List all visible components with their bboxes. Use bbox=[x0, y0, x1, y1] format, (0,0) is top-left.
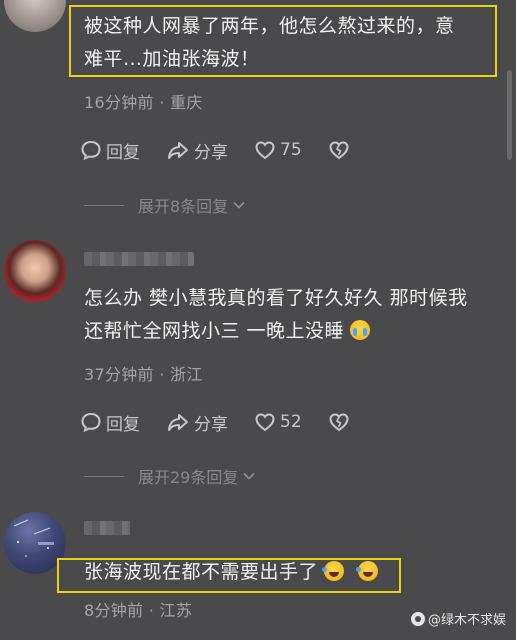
comment-text-span: 张海波现在都不需要出手了 bbox=[84, 561, 319, 583]
divider bbox=[84, 475, 124, 477]
watermark-text: @绿木不求娱 bbox=[427, 613, 506, 628]
comment-text-line: 怎么办 樊小慧我真的看了好久好久 那时候我 bbox=[84, 287, 468, 309]
dislike-button[interactable] bbox=[328, 139, 354, 161]
reply-button[interactable]: 回复 bbox=[80, 410, 140, 435]
reply-button[interactable]: 回复 bbox=[80, 138, 140, 163]
like-button[interactable]: 75 bbox=[254, 139, 302, 161]
expand-label: 展开29条回复 bbox=[138, 468, 239, 487]
comment-actions: 回复 分享 75 bbox=[80, 137, 380, 163]
comment-text-line: 被这种人网暴了两年，他怎么熬过来的，意 bbox=[84, 15, 455, 37]
divider bbox=[84, 204, 124, 206]
reply-label: 回复 bbox=[106, 414, 140, 435]
comment-section: 被这种人网暴了两年，他怎么熬过来的，意 难平…加油张海波！ 16分钟前 · 重庆… bbox=[0, 0, 516, 640]
like-count: 75 bbox=[280, 140, 302, 160]
heart-icon bbox=[255, 413, 275, 432]
loudly-crying-face-icon bbox=[350, 320, 371, 340]
rolling-laughing-face-icon bbox=[322, 561, 345, 581]
avatar[interactable] bbox=[4, 0, 66, 32]
like-button[interactable]: 52 bbox=[254, 411, 302, 433]
comment-bubble-icon bbox=[81, 140, 101, 161]
comment-meta: 16分钟前 · 重庆 bbox=[84, 93, 203, 112]
starry-sky-image bbox=[13, 519, 54, 557]
username[interactable] bbox=[84, 521, 130, 535]
comment-text: 怎么办 樊小慧我真的看了好久好久 那时候我 还帮忙全网找小三 一晚上没睡 bbox=[84, 282, 496, 348]
comment-text-span: 还帮忙全网找小三 一晚上没睡 bbox=[84, 320, 345, 342]
rolling-laughing-face-icon bbox=[356, 561, 379, 581]
comment-bubble-icon bbox=[81, 412, 101, 433]
avatar[interactable] bbox=[4, 240, 66, 302]
comment-text: 被这种人网暴了两年，他怎么熬过来的，意 难平…加油张海波！ bbox=[84, 10, 496, 76]
expand-label: 展开8条回复 bbox=[138, 197, 229, 216]
comment-text: 张海波现在都不需要出手了 bbox=[84, 556, 496, 589]
reply-label: 回复 bbox=[106, 142, 140, 163]
comment-meta: 8分钟前 · 江苏 bbox=[84, 601, 193, 620]
share-label: 分享 bbox=[194, 414, 228, 435]
scrollbar[interactable] bbox=[507, 70, 512, 160]
share-label: 分享 bbox=[194, 142, 228, 163]
comment-text-line: 难平…加油张海波！ bbox=[84, 48, 260, 70]
share-arrow-icon bbox=[168, 142, 188, 159]
heart-icon bbox=[255, 141, 275, 160]
chevron-down-icon bbox=[243, 472, 256, 480]
broken-heart-icon bbox=[329, 413, 349, 432]
watermark-logo-icon bbox=[410, 611, 425, 626]
avatar[interactable] bbox=[4, 512, 66, 574]
watermark: @绿木不求娱 bbox=[410, 609, 506, 628]
comment-text-line: 还帮忙全网找小三 一晚上没睡 bbox=[84, 315, 496, 348]
comment-text-line: 张海波现在都不需要出手了 bbox=[84, 556, 496, 589]
share-button[interactable]: 分享 bbox=[166, 138, 228, 163]
expand-replies-button[interactable]: 展开29条回复 bbox=[84, 464, 256, 488]
share-arrow-icon bbox=[168, 414, 188, 431]
dislike-button[interactable] bbox=[328, 411, 354, 433]
expand-replies-button[interactable]: 展开8条回复 bbox=[84, 193, 246, 217]
like-count: 52 bbox=[280, 412, 302, 432]
chevron-down-icon bbox=[233, 201, 245, 209]
share-button[interactable]: 分享 bbox=[166, 410, 228, 435]
username[interactable] bbox=[84, 252, 194, 266]
comment-actions: 回复 分享 52 bbox=[80, 409, 380, 435]
comment-meta: 37分钟前 · 浙江 bbox=[84, 365, 203, 384]
broken-heart-icon bbox=[329, 141, 349, 160]
